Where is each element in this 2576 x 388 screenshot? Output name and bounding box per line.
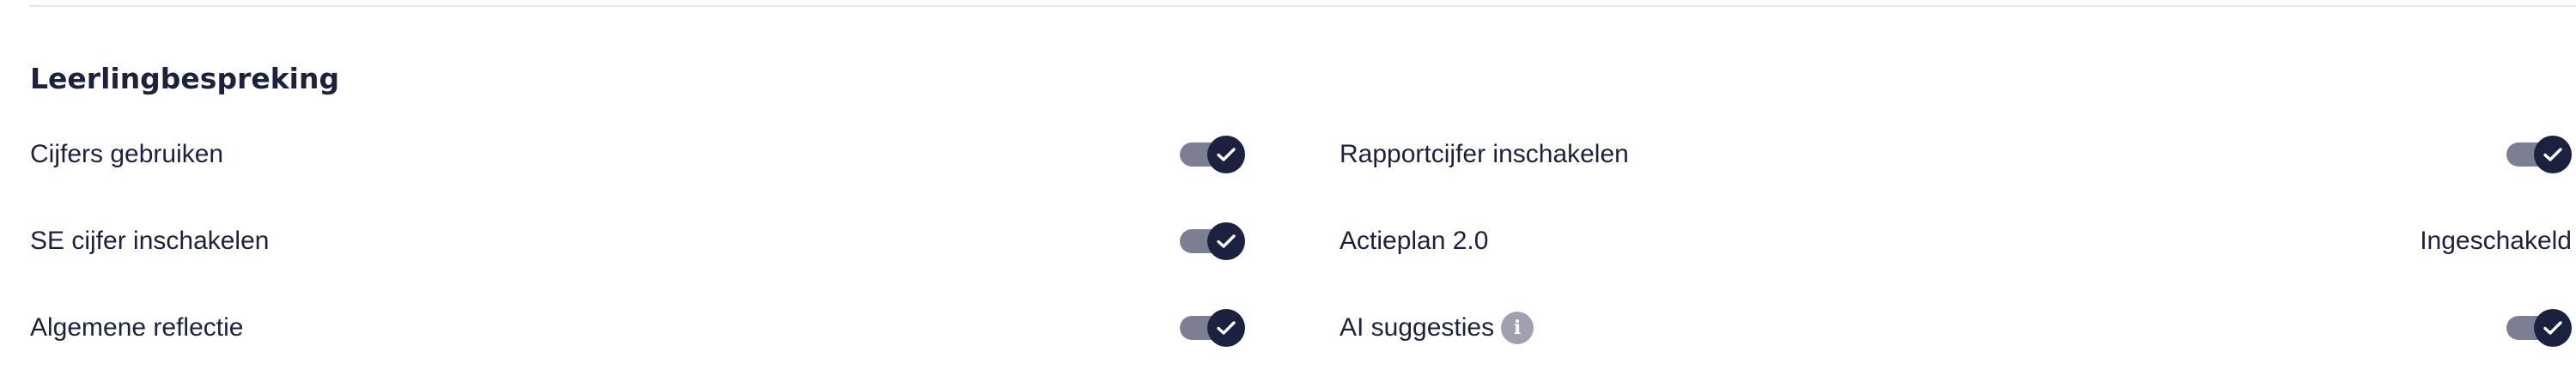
section-title: Leerlingbespreking <box>30 62 340 95</box>
setting-row-actieplan: Actieplan 2.0 Ingeschakeld <box>1340 215 2572 267</box>
rapportcijfer-toggle[interactable] <box>2506 134 2572 175</box>
toggle-knob <box>1207 309 1245 347</box>
toggle-knob <box>2534 136 2572 173</box>
setting-label: SE cijfer inschakelen <box>30 227 270 255</box>
ai-suggesties-toggle[interactable] <box>2506 307 2572 349</box>
checkmark-icon <box>1217 148 1236 161</box>
setting-row-ai-suggesties: AI suggesties i <box>1340 302 2572 354</box>
se-cijfer-toggle[interactable] <box>1180 221 1245 262</box>
setting-label: Actieplan 2.0 <box>1340 227 1489 255</box>
toggle-knob <box>1207 222 1245 260</box>
setting-row-cijfers-gebruiken: Cijfers gebruiken <box>30 129 1245 180</box>
toggle-knob <box>2534 309 2572 347</box>
checkmark-icon <box>2543 148 2562 161</box>
checkmark-icon <box>2543 321 2562 335</box>
info-icon[interactable]: i <box>1501 312 1534 344</box>
checkmark-icon <box>1217 234 1236 248</box>
checkmark-icon <box>1217 321 1236 335</box>
actieplan-status: Ingeschakeld <box>2420 227 2572 255</box>
setting-row-se-cijfer: SE cijfer inschakelen <box>30 215 1245 267</box>
setting-label-wrapper: AI suggesties i <box>1340 311 1534 345</box>
setting-row-algemene-reflectie: Algemene reflectie <box>30 302 1245 354</box>
algemene-reflectie-toggle[interactable] <box>1180 307 1245 349</box>
setting-label: Rapportcijfer inschakelen <box>1340 140 1629 168</box>
setting-label: AI suggesties <box>1340 313 1495 342</box>
top-divider <box>30 5 2576 7</box>
toggle-knob <box>1207 136 1245 173</box>
setting-label: Algemene reflectie <box>30 313 244 342</box>
cijfers-gebruiken-toggle[interactable] <box>1180 134 1245 175</box>
setting-label: Cijfers gebruiken <box>30 140 224 168</box>
setting-row-rapportcijfer: Rapportcijfer inschakelen <box>1340 129 2572 180</box>
